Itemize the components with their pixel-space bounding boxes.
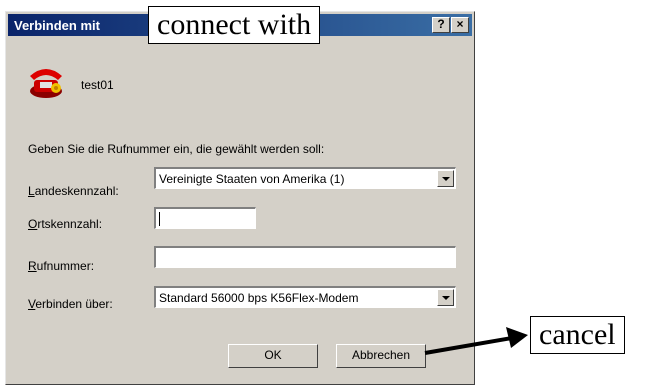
callout-arrow (424, 327, 528, 355)
